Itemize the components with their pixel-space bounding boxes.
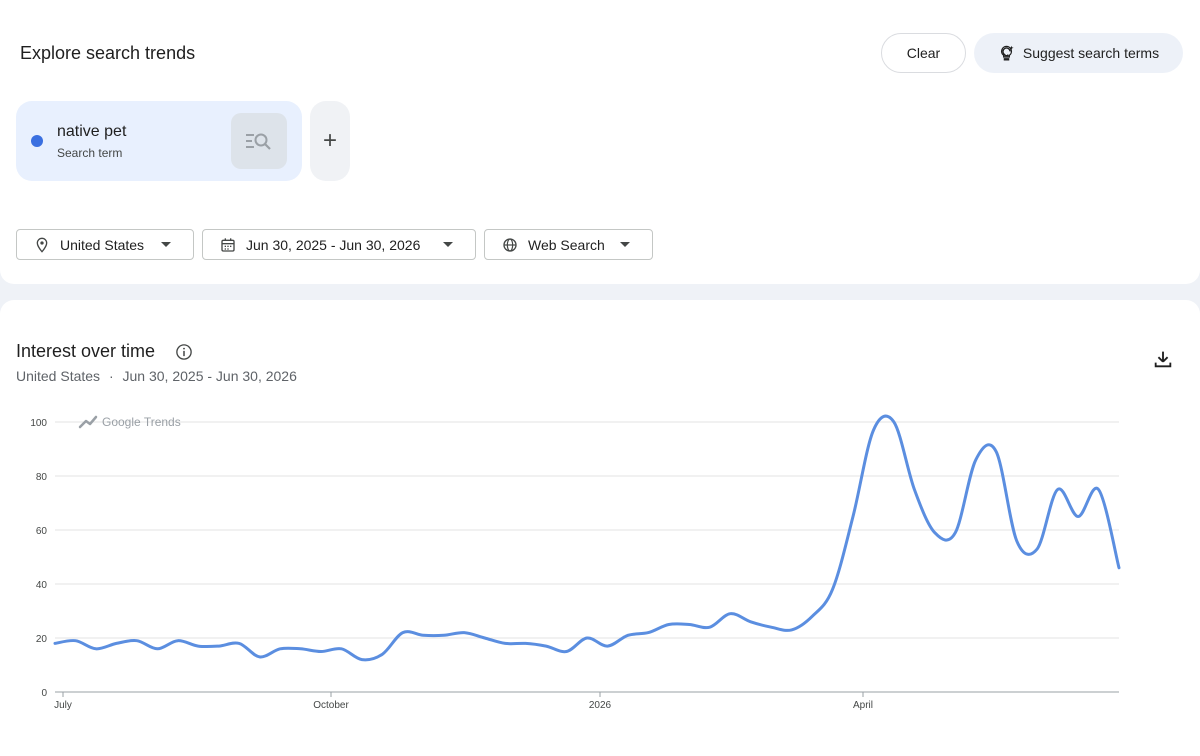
chart-subtitle: United States · Jun 30, 2025 - Jun 30, 2… [16,368,297,384]
y-tick-label: 80 [36,472,48,483]
search-type-value: Web Search [528,237,605,253]
term-name: native pet [57,123,127,140]
download-icon[interactable] [1152,348,1174,370]
watermark-label: Google Trends [102,415,181,429]
search-type-filter[interactable]: Web Search [484,229,653,260]
chart-grid [55,421,1119,693]
chevron-down-icon [443,242,453,247]
x-tick-label: April [853,700,873,711]
location-filter[interactable]: United States [16,229,194,260]
add-term-button[interactable]: + [310,101,350,181]
date-range-filter[interactable]: Jun 30, 2025 - Jun 30, 2026 [202,229,476,260]
location-value: United States [60,237,145,253]
sparkle-bulb-icon [1000,45,1014,61]
clear-button[interactable]: Clear [881,33,966,73]
info-icon[interactable] [175,343,193,361]
globe-icon [503,238,517,252]
chevron-down-icon [620,242,630,247]
chevron-down-icon [161,242,171,247]
x-axis-labels: July October 2026 April [54,692,873,711]
x-tick-label: 2026 [589,700,612,711]
term-color-dot [31,135,43,147]
y-tick-label: 20 [36,634,48,645]
x-tick-label: October [313,700,349,711]
location-pin-icon [36,237,48,253]
suggest-search-terms-button[interactable]: Suggest search terms [974,33,1183,73]
term-type-label: Search term [57,146,123,160]
calendar-icon [221,238,235,252]
date-range-value: Jun 30, 2025 - Jun 30, 2026 [246,237,421,253]
y-tick-label: 100 [30,418,47,429]
search-term-menu-button[interactable] [231,113,287,169]
chart-title: Interest over time [16,341,156,361]
x-tick-label: July [54,700,72,711]
series-line-native-pet [53,414,1121,662]
y-axis-labels: 100 80 60 40 20 0 [30,418,47,699]
interest-chart: 100 80 60 40 20 0 July October 2026 April Google… [30,414,1121,711]
y-tick-label: 60 [36,526,48,537]
subtitle-location: United States [16,368,101,384]
y-tick-label: 0 [41,688,47,699]
y-tick-label: 40 [36,580,48,591]
suggest-label: Suggest search terms [1022,45,1160,61]
subtitle-separator: · [108,368,114,384]
list-search-icon [246,133,271,150]
page-title: Explore search trends [20,43,196,63]
subtitle-range: Jun 30, 2025 - Jun 30, 2026 [122,368,297,384]
